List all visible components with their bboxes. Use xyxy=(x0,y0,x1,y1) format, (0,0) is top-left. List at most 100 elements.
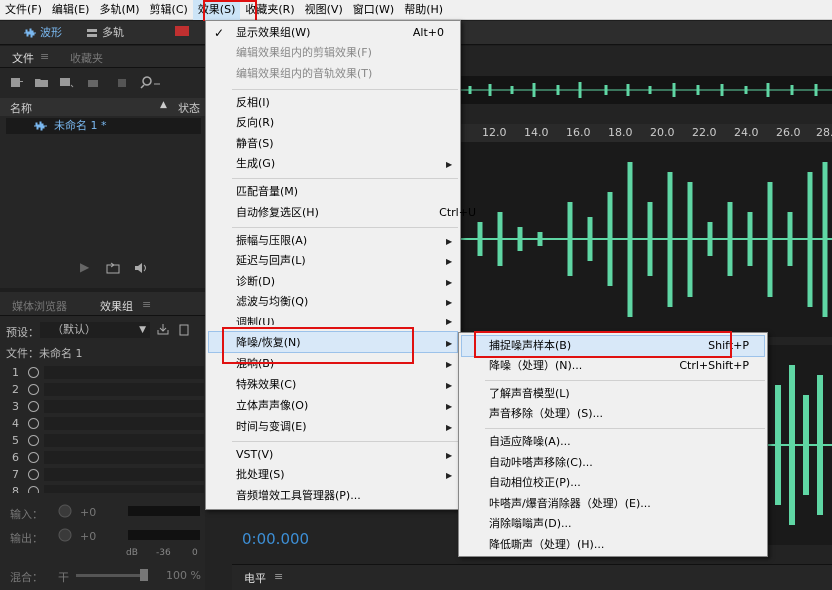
menu-item-show-rack[interactable]: ✓ 显示效果组(W) Alt+0 xyxy=(206,23,460,43)
menu-item-special[interactable]: 特殊效果(C) xyxy=(236,375,296,395)
slot-bar[interactable] xyxy=(44,468,204,481)
ruler-tick: 22.0 xyxy=(692,126,717,139)
menu-item-filter-eq[interactable]: 滤波与均衡(Q) xyxy=(236,292,308,312)
tab-effects-rack[interactable]: 效果组 xyxy=(100,298,133,314)
menu-item-amplitude[interactable]: 振幅与压限(A) xyxy=(236,231,307,251)
sort-asc-icon[interactable]: ▲ xyxy=(160,100,167,110)
tab-favorites[interactable]: 收藏夹 xyxy=(70,50,103,66)
menu-item-plugin-manager[interactable]: 音频增效工具管理器(P)... xyxy=(236,486,361,506)
timeline-ruler[interactable]: 12.0 14.0 16.0 18.0 20.0 22.0 24.0 26.0 … xyxy=(460,124,832,142)
tab-media-browser[interactable]: 媒体浏览器 xyxy=(12,298,67,314)
effect-slot[interactable]: 6 xyxy=(0,449,205,466)
mix-slider-handle[interactable] xyxy=(140,569,148,581)
delete-icon[interactable] xyxy=(116,76,128,88)
menu-item-delay[interactable]: 延迟与回声(L) xyxy=(236,251,306,271)
menu-item-vst[interactable]: VST(V) xyxy=(236,445,273,465)
power-icon[interactable] xyxy=(28,486,39,493)
col-name[interactable]: 名称 xyxy=(10,100,32,116)
slot-bar[interactable] xyxy=(44,451,204,464)
menu-item-shortcut: Ctrl+U xyxy=(439,206,476,219)
effect-slot[interactable]: 5 xyxy=(0,432,205,449)
preset-select[interactable]: （默认） ▼ xyxy=(40,322,150,338)
waveform-button[interactable]: 波形 xyxy=(22,25,62,41)
menu-item-batch[interactable]: 批处理(S) xyxy=(236,465,285,485)
slot-bar[interactable] xyxy=(44,434,204,447)
search-icon[interactable] xyxy=(140,75,162,89)
menu-item-auto-phase[interactable]: 自动相位校正(P)... xyxy=(489,473,581,493)
effect-slot[interactable]: 1 xyxy=(0,364,205,381)
effect-slot[interactable]: 4 xyxy=(0,415,205,432)
effect-slot[interactable]: 3 xyxy=(0,398,205,415)
menu-item-reverb[interactable]: 混响(B) xyxy=(236,354,274,374)
menu-item-reverse[interactable]: 反向(R) xyxy=(236,113,274,133)
menu-edit[interactable]: 编辑(E) xyxy=(47,0,95,20)
power-icon[interactable] xyxy=(28,435,39,446)
menu-item-sound-remover[interactable]: 声音移除（处理）(S)... xyxy=(489,404,603,424)
menu-item-dehummer[interactable]: 消除嗡嗡声(D)... xyxy=(489,514,572,534)
power-icon[interactable] xyxy=(28,418,39,429)
menu-item-diagnostics[interactable]: 诊断(D) xyxy=(236,272,275,292)
menu-item-stereo-imagery[interactable]: 立体声声像(O) xyxy=(236,396,308,416)
play-icon[interactable]: ▶ xyxy=(80,260,89,274)
power-icon[interactable] xyxy=(28,452,39,463)
mix-slider[interactable] xyxy=(76,574,146,577)
save-preset-icon[interactable] xyxy=(156,322,170,336)
menu-clip[interactable]: 剪辑(C) xyxy=(145,0,193,20)
new-file-icon[interactable] xyxy=(10,76,24,88)
overview-strip[interactable] xyxy=(460,76,832,104)
menu-effects[interactable]: 效果(S) xyxy=(192,0,241,20)
menu-file[interactable]: 文件(F) xyxy=(0,0,47,20)
menu-item-learn-sound-model[interactable]: 了解声音模型(L) xyxy=(489,384,570,404)
power-icon[interactable] xyxy=(28,367,39,378)
slot-bar[interactable] xyxy=(44,400,204,413)
open-folder-icon[interactable] xyxy=(34,76,50,88)
ruler-tick: 16.0 xyxy=(566,126,591,139)
col-status[interactable]: 状态 xyxy=(178,100,200,116)
multitrack-button[interactable]: 多轨 xyxy=(84,25,124,41)
menu-item-noise-reduction-process[interactable]: 降噪（处理）(N)... Ctrl+Shift+P xyxy=(489,356,749,376)
power-icon[interactable] xyxy=(28,384,39,395)
menu-item-modulation[interactable]: 调制(U) xyxy=(236,313,275,325)
menu-item-silence[interactable]: 静音(S) xyxy=(236,134,274,154)
volume-icon[interactable] xyxy=(134,262,150,274)
menu-item-invert[interactable]: 反相(I) xyxy=(236,93,270,113)
menu-view[interactable]: 视图(V) xyxy=(300,0,348,20)
insert-icon[interactable] xyxy=(86,76,102,88)
power-icon[interactable] xyxy=(28,401,39,412)
loop-icon[interactable] xyxy=(106,262,120,274)
input-knob[interactable] xyxy=(58,504,72,518)
menu-item-capture-noise-print[interactable]: 捕捉噪声样本(B) Shift+P xyxy=(489,336,749,356)
panel-menu-icon[interactable]: ≡ xyxy=(40,50,49,63)
waveform-left xyxy=(460,162,832,317)
file-name: 未命名 1 * xyxy=(54,119,107,132)
menu-item-match-volume[interactable]: 匹配音量(M) xyxy=(236,182,298,202)
menu-item-click-pop-eliminator[interactable]: 咔嗒声/爆音消除器（处理）(E)... xyxy=(489,494,651,514)
delete-preset-icon[interactable] xyxy=(178,322,190,336)
menu-item-auto-click-remover[interactable]: 自动咔嗒声移除(C)... xyxy=(489,453,593,473)
menu-item-time-pitch[interactable]: 时间与变调(E) xyxy=(236,417,307,437)
menu-item-generate[interactable]: 生成(G) xyxy=(236,154,275,174)
slot-bar[interactable] xyxy=(44,417,204,430)
effect-slot[interactable]: 8 xyxy=(0,483,205,493)
menu-item-auto-heal[interactable]: 自动修复选区(H) Ctrl+U xyxy=(236,203,476,223)
slot-bar[interactable] xyxy=(44,485,204,493)
menu-multitrack[interactable]: 多轨(M) xyxy=(94,0,144,20)
effect-slot[interactable]: 7 xyxy=(0,466,205,483)
slot-bar[interactable] xyxy=(44,366,204,379)
menu-window[interactable]: 窗口(W) xyxy=(348,0,399,20)
menu-help[interactable]: 帮助(H) xyxy=(399,0,448,20)
panel-menu-icon[interactable]: ≡ xyxy=(274,570,283,583)
file-list-item[interactable]: 未命名 1 * xyxy=(6,118,201,134)
power-icon[interactable] xyxy=(28,469,39,480)
menu-item-hiss-reduction[interactable]: 降低嘶声（处理）(H)... xyxy=(489,535,604,555)
tab-files[interactable]: 文件 xyxy=(12,50,34,66)
output-knob[interactable] xyxy=(58,528,72,542)
menu-favorites[interactable]: 收藏夹(R) xyxy=(240,0,299,20)
panel-menu-icon[interactable]: ≡ xyxy=(142,298,151,311)
slot-bar[interactable] xyxy=(44,383,204,396)
menu-item-noise-reduction[interactable]: 降噪/恢复(N) xyxy=(236,333,301,353)
effect-slot[interactable]: 2 xyxy=(0,381,205,398)
menu-item-adaptive-noise[interactable]: 自适应降噪(A)... xyxy=(489,432,571,452)
waveform-channel-left[interactable] xyxy=(460,142,832,337)
import-icon[interactable] xyxy=(58,76,74,88)
